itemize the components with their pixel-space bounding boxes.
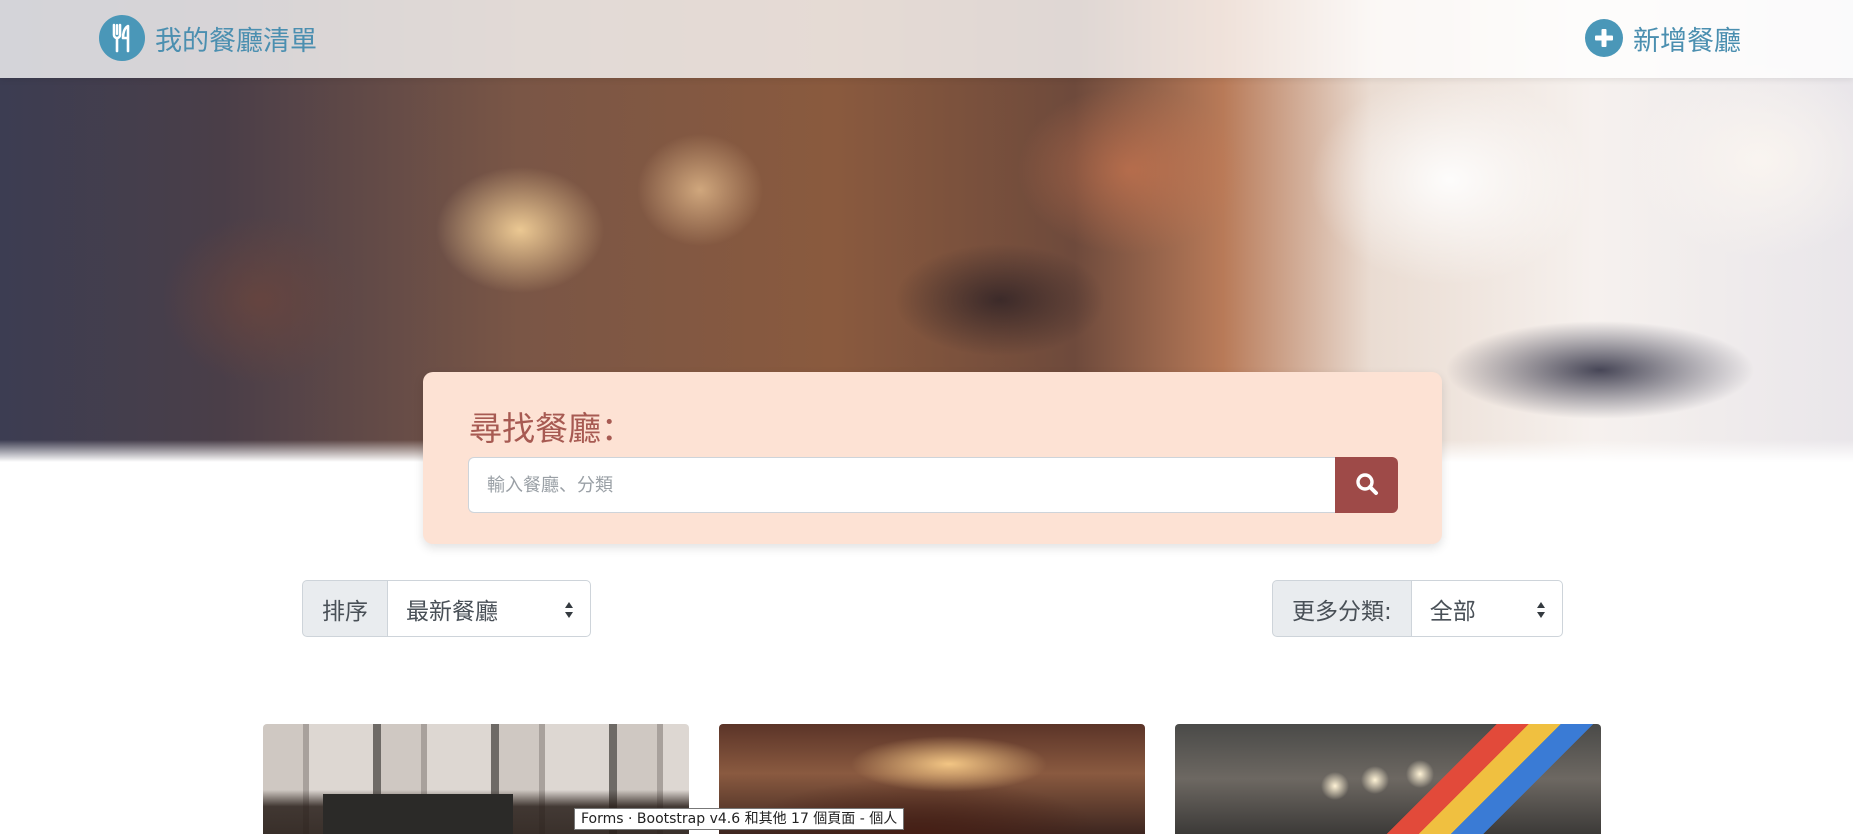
sort-selected-value: 最新餐廳 — [406, 598, 498, 625]
plus-circle-icon — [1585, 19, 1623, 57]
storefront-sign — [323, 794, 513, 834]
category-group: 更多分類: 全部 — [1272, 580, 1563, 637]
sort-select[interactable]: 最新餐廳 — [387, 580, 591, 637]
add-restaurant-label: 新增餐廳 — [1633, 25, 1741, 57]
sort-group: 排序 最新餐廳 — [302, 580, 591, 637]
category-label: 更多分類: — [1272, 580, 1411, 637]
restaurant-card-image[interactable] — [1175, 724, 1601, 834]
category-selected-value: 全部 — [1429, 598, 1476, 625]
navbar: 我的餐廳清單 新增餐廳 — [0, 0, 1853, 78]
brand-link[interactable]: 我的餐廳清單 — [99, 15, 317, 61]
select-caret-icon — [565, 602, 573, 618]
browser-tooltip: Forms · Bootstrap v4.6 和其他 17 個頁面 - 個人 — [574, 808, 905, 830]
add-restaurant-link[interactable]: 新增餐廳 — [1585, 15, 1741, 61]
search-button[interactable] — [1335, 457, 1398, 513]
brand-label: 我的餐廳清單 — [155, 25, 317, 57]
category-select[interactable]: 全部 — [1410, 580, 1563, 637]
select-caret-icon — [1536, 602, 1545, 618]
search-icon — [1354, 471, 1380, 500]
search-input[interactable] — [468, 457, 1336, 513]
search-title: 尋找餐廳： — [469, 409, 634, 448]
sort-label: 排序 — [302, 580, 387, 637]
search-panel: 尋找餐廳： — [423, 372, 1442, 544]
utensils-icon — [99, 15, 145, 61]
